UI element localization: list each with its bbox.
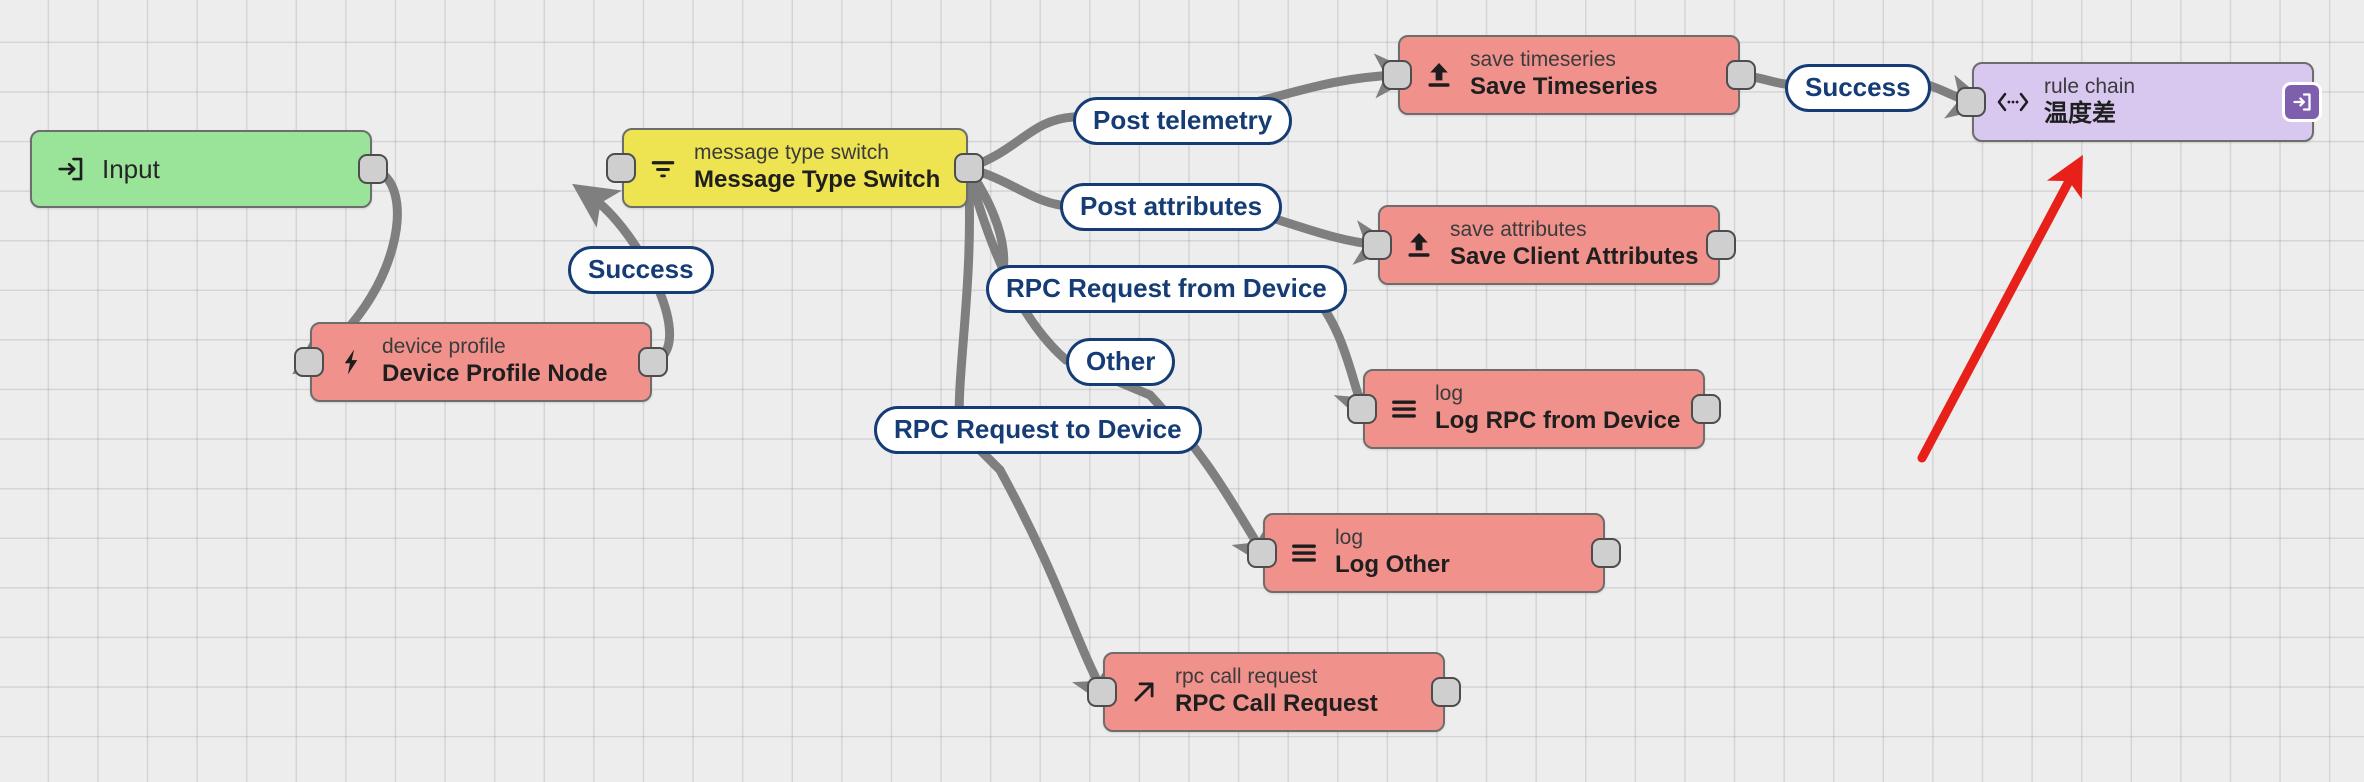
rule-chain-canvas[interactable]: Input device profile Device Profile Node me… — [0, 0, 2364, 782]
node-text: rule chain 温度差 — [2044, 75, 2135, 128]
node-type-label: save timeseries — [1470, 48, 1616, 72]
node-name-label: Device Profile Node — [382, 360, 608, 388]
link-label-post-attributes[interactable]: Post attributes — [1060, 183, 1283, 232]
port-in-log-other[interactable] — [1247, 538, 1277, 568]
node-name-label: 温度差 — [2044, 100, 2116, 128]
node-text: Input — [102, 154, 160, 185]
node-text: device profile Device Profile Node — [382, 335, 607, 388]
upload-icon — [1402, 228, 1436, 262]
node-device-profile[interactable]: device profile Device Profile Node — [310, 322, 652, 402]
filter-lines-icon — [646, 151, 680, 185]
link-label-success-device-profile[interactable]: Success — [568, 246, 714, 295]
node-text: message type switch Message Type Switch — [694, 141, 940, 194]
log-lines-icon — [1287, 536, 1321, 570]
link-label-post-telemetry[interactable]: Post telemetry — [1073, 97, 1293, 146]
node-text: log Log Other — [1335, 526, 1450, 579]
node-type-label: save attributes — [1450, 218, 1587, 242]
port-out-log-other[interactable] — [1591, 538, 1621, 568]
node-type-label: rpc call request — [1175, 665, 1318, 689]
node-name-label: RPC Call Request — [1175, 690, 1378, 718]
link-label-success-rule-chain[interactable]: Success — [1785, 64, 1931, 113]
port-in-message-type-switch[interactable] — [606, 153, 636, 183]
port-out-rpc-call-request[interactable] — [1431, 677, 1461, 707]
link-label-rpc-request-from-device[interactable]: RPC Request from Device — [986, 265, 1347, 314]
link-label-other[interactable]: Other — [1066, 338, 1176, 387]
node-log-other[interactable]: log Log Other — [1263, 513, 1605, 593]
port-out-log-rpc-from-device[interactable] — [1691, 394, 1721, 424]
port-out-device-profile[interactable] — [638, 347, 668, 377]
node-type-label: device profile — [382, 335, 506, 359]
rule-chain-icon — [1996, 85, 2030, 119]
annotation-arrow-icon — [1917, 154, 2083, 463]
bolt-icon — [334, 345, 368, 379]
node-name-label: Log Other — [1335, 551, 1450, 579]
node-name-label: Save Client Attributes — [1450, 243, 1699, 271]
node-name-label: Message Type Switch — [694, 166, 941, 194]
node-save-client-attributes[interactable]: save attributes Save Client Attributes — [1378, 205, 1720, 285]
log-lines-icon — [1387, 392, 1421, 426]
node-message-type-switch[interactable]: message type switch Message Type Switch — [622, 128, 968, 208]
node-rule-chain[interactable]: rule chain 温度差 — [1972, 62, 2314, 142]
port-in-device-profile[interactable] — [294, 347, 324, 377]
node-rpc-call-request[interactable]: rpc call request RPC Call Request — [1103, 652, 1445, 732]
upload-icon — [1422, 58, 1456, 92]
port-out-save-timeseries[interactable] — [1726, 60, 1756, 90]
node-name-label: Input — [102, 153, 160, 184]
port-out-input[interactable] — [358, 154, 388, 184]
port-in-rpc-call-request[interactable] — [1087, 677, 1117, 707]
node-text: save timeseries Save Timeseries — [1470, 48, 1658, 101]
port-out-message-type-switch[interactable] — [954, 153, 984, 183]
port-in-save-client-attributes[interactable] — [1362, 230, 1392, 260]
open-rule-chain-icon[interactable] — [2282, 82, 2322, 122]
port-in-rule-chain[interactable] — [1956, 87, 1986, 117]
node-input[interactable]: Input — [30, 130, 372, 208]
port-in-log-rpc-from-device[interactable] — [1347, 394, 1377, 424]
node-text: save attributes Save Client Attributes — [1450, 218, 1699, 271]
input-arrow-icon — [54, 152, 88, 186]
link-label-rpc-request-to-device[interactable]: RPC Request to Device — [874, 406, 1202, 455]
node-type-label: log — [1435, 382, 1464, 406]
node-log-rpc-from-device[interactable]: log Log RPC from Device — [1363, 369, 1705, 449]
port-in-save-timeseries[interactable] — [1382, 60, 1412, 90]
node-text: rpc call request RPC Call Request — [1175, 665, 1378, 718]
node-type-label: rule chain — [2044, 75, 2136, 99]
arrow-up-right-icon — [1127, 675, 1161, 709]
port-out-save-client-attributes[interactable] — [1706, 230, 1736, 260]
node-name-label: Save Timeseries — [1470, 73, 1658, 101]
node-type-label: log — [1335, 526, 1364, 550]
node-text: log Log RPC from Device — [1435, 382, 1680, 435]
node-save-timeseries[interactable]: save timeseries Save Timeseries — [1398, 35, 1740, 115]
node-name-label: Log RPC from Device — [1435, 407, 1681, 435]
node-type-label: message type switch — [694, 141, 889, 165]
